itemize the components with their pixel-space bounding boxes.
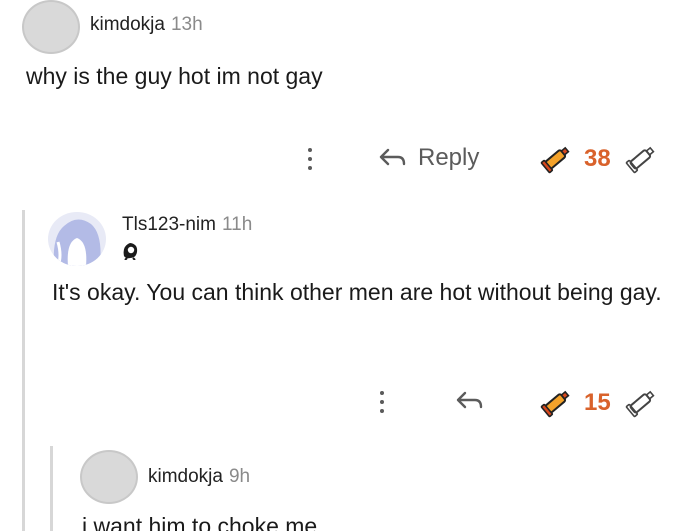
reply-arrow-icon: [378, 147, 408, 169]
comment-body: i want him to choke me: [82, 513, 318, 531]
comment-header: kimdokja 9h: [148, 466, 250, 488]
comment-body: why is the guy hot im not gay: [26, 63, 323, 89]
reply-button[interactable]: [455, 390, 485, 417]
username[interactable]: kimdokja: [148, 466, 223, 488]
thread-line[interactable]: [50, 446, 53, 531]
timestamp: 9h: [228, 466, 251, 487]
downvote-icon[interactable]: [623, 388, 657, 418]
reply-arrow-icon: [455, 390, 485, 412]
more-options-button[interactable]: [305, 148, 315, 170]
vote-count: 15: [584, 389, 611, 416]
user-flair-icon: [120, 240, 140, 261]
avatar[interactable]: [48, 212, 106, 266]
thread-line[interactable]: [22, 210, 25, 531]
comment-header: Tls123-nim 11h: [122, 214, 252, 236]
more-options-button[interactable]: [377, 391, 387, 413]
avatar[interactable]: [22, 0, 80, 54]
comment-header: kimdokja 13h: [90, 14, 203, 36]
username[interactable]: Tls123-nim: [122, 214, 216, 236]
timestamp: 11h: [221, 214, 253, 235]
reply-button[interactable]: Reply: [378, 144, 479, 172]
downvote-icon[interactable]: [623, 144, 657, 174]
vote-bar: 38: [538, 144, 657, 174]
upvote-icon[interactable]: [538, 388, 572, 418]
vote-bar: 15: [538, 388, 657, 418]
comment-body: It's okay. You can think other men are h…: [52, 279, 662, 305]
upvote-icon[interactable]: [538, 144, 572, 174]
avatar[interactable]: [80, 450, 138, 504]
timestamp: 13h: [170, 14, 203, 35]
reply-label: Reply: [418, 144, 480, 171]
vote-count: 38: [584, 145, 611, 172]
username[interactable]: kimdokja: [90, 14, 165, 36]
comment-thread: kimdokja 13h why is the guy hot im not g…: [0, 0, 680, 531]
